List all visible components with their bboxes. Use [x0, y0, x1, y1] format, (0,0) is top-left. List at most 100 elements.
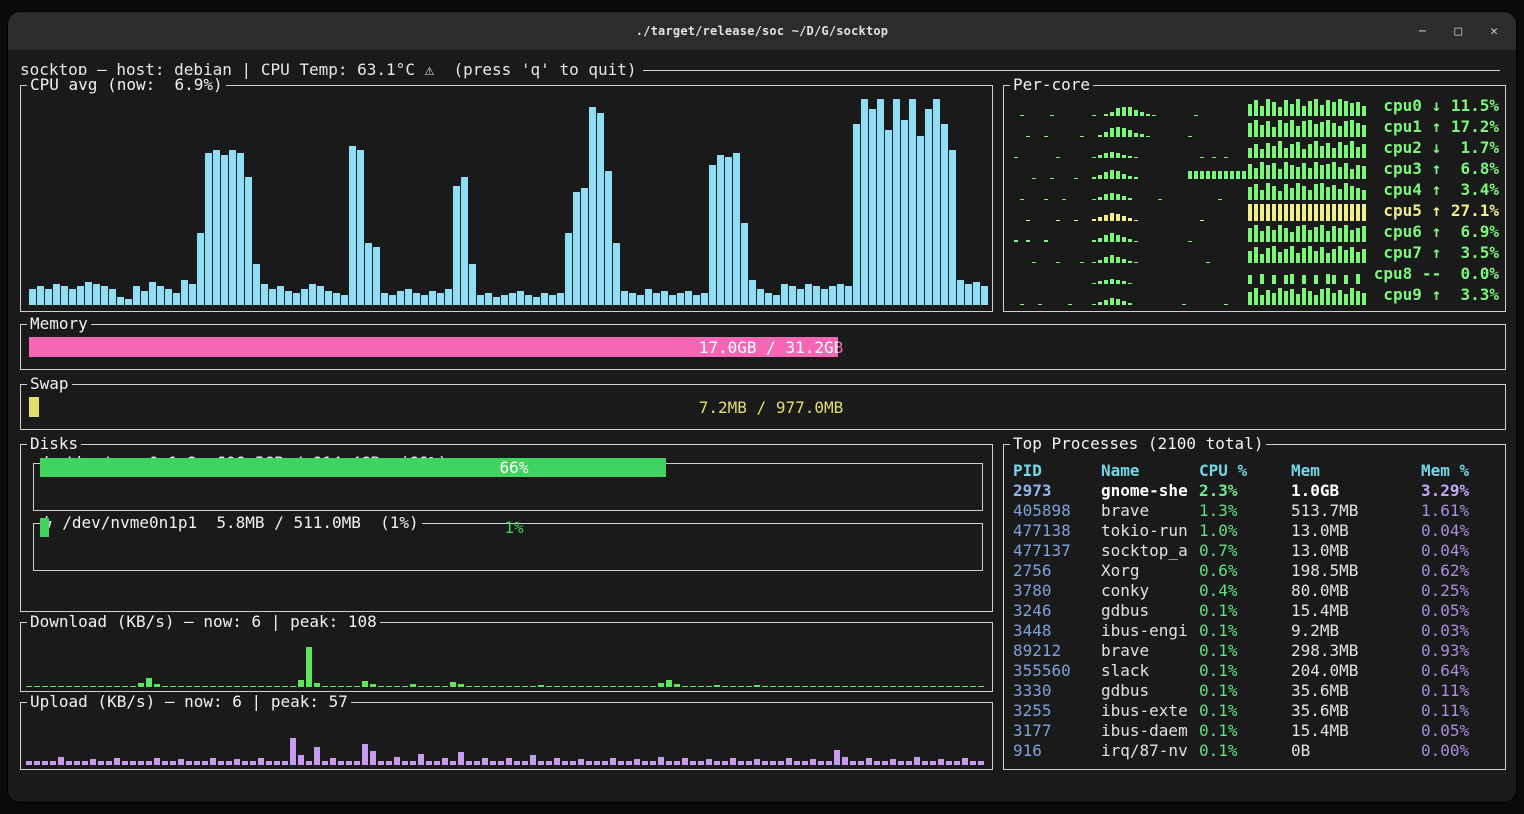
column-header-pid: PID: [1013, 461, 1101, 481]
cell-mem-pct: 0.11%: [1421, 701, 1501, 721]
cell-cpu-pct: 1.3%: [1199, 501, 1291, 521]
core-label-cpu6: cpu6 ↑ 6.9%: [1366, 222, 1501, 242]
cell-cpu-pct: 2.3%: [1199, 481, 1291, 501]
process-table: PIDNameCPU %MemMem %2973gnome-she2.3%1.0…: [1013, 461, 1501, 761]
upload-panel: Upload (KB/s) — now: 6 | peak: 57: [20, 702, 993, 770]
process-row-3255: 3255ibus-exte0.1%35.6MB0.11%: [1013, 701, 1501, 721]
cell-pid: 3330: [1013, 681, 1101, 701]
cell-pid: 3177: [1013, 721, 1101, 741]
column-header-mem-pct: Mem %: [1421, 461, 1501, 481]
disk-nvme0n1p1-gauge: 1%1%: [40, 518, 988, 537]
core-label-cpu3: cpu3 ↑ 6.8%: [1366, 159, 1501, 179]
download-chart: [26, 647, 984, 687]
cell-pid: 477138: [1013, 521, 1101, 541]
cell-mem: 15.4MB: [1291, 601, 1421, 621]
cell-name: brave: [1101, 501, 1199, 521]
core-label-cpu9: cpu9 ↑ 3.3%: [1366, 285, 1501, 305]
disk-nvme0n1p2-gauge-fill: 66%: [40, 458, 666, 477]
core-label-cpu7: cpu7 ↑ 3.5%: [1366, 243, 1501, 263]
process-row-355560: 355560slack0.1%204.0MB0.64%: [1013, 661, 1501, 681]
cell-name: ibus-exte: [1101, 701, 1199, 721]
cell-mem: 80.0MB: [1291, 581, 1421, 601]
cell-cpu-pct: 0.1%: [1199, 681, 1291, 701]
cell-name: gdbus: [1101, 681, 1199, 701]
core-sparkline-cpu1: [1008, 120, 1366, 137]
cell-pid: 405898: [1013, 501, 1101, 521]
cell-mem: 35.6MB: [1291, 681, 1421, 701]
core-label-cpu1: cpu1 ↑ 17.2%: [1366, 117, 1501, 137]
cell-cpu-pct: 0.7%: [1199, 541, 1291, 561]
process-table-header: PIDNameCPU %MemMem %: [1013, 461, 1501, 481]
cell-mem: 13.0MB: [1291, 521, 1421, 541]
upload-title: Upload (KB/s) — now: 6 | peak: 57: [27, 692, 351, 712]
cell-name: gnome-she: [1101, 481, 1199, 501]
cell-mem-pct: 1.61%: [1421, 501, 1501, 521]
column-header-cpu-pct: CPU %: [1199, 461, 1291, 481]
cell-name: brave: [1101, 641, 1199, 661]
core-sparkline-cpu9: [1008, 288, 1366, 305]
core-sparkline-cpu6: [1008, 225, 1366, 242]
minimize-icon[interactable]: −: [1419, 25, 1427, 38]
disk-nvme0n1p1-gauge-label-on-fill: 1%: [40, 518, 49, 537]
core-row-cpu8: cpu8 -- 0.0%: [1008, 263, 1501, 284]
process-row-3330: 3330gdbus0.1%35.6MB0.11%: [1013, 681, 1501, 701]
cell-name: gdbus: [1101, 601, 1199, 621]
cell-mem: 298.3MB: [1291, 641, 1421, 661]
window-titlebar[interactable]: ./target/release/soc ~/D/G/socktop − □ ✕: [8, 12, 1516, 50]
per-core-rows: cpu0 ↓ 11.5%cpu1 ↑ 17.2%cpu2 ↓ 1.7%cpu3 …: [1008, 95, 1501, 305]
cell-mem-pct: 0.25%: [1421, 581, 1501, 601]
disk-nvme0n1p1-gauge-fill: 1%: [40, 518, 49, 537]
disk-nvme0n1p2-gauge-label-on-fill: 66%: [40, 458, 666, 477]
disk-nvme0n1p1-panel: ϟ /dev/nvme0n1p1 5.8MB / 511.0MB (1%) 1%…: [33, 523, 983, 571]
cell-mem-pct: 0.03%: [1421, 621, 1501, 641]
cell-cpu-pct: 0.1%: [1199, 741, 1291, 761]
process-row-477138: 477138tokio-run1.0%13.0MB0.04%: [1013, 521, 1501, 541]
cell-cpu-pct: 0.1%: [1199, 641, 1291, 661]
cell-name: irq/87-nv: [1101, 741, 1199, 761]
cell-mem-pct: 0.62%: [1421, 561, 1501, 581]
per-core-title: Per-core: [1010, 75, 1093, 95]
top-processes-panel: Top Processes (2100 total) PIDNameCPU %M…: [1003, 444, 1506, 770]
core-label-cpu2: cpu2 ↓ 1.7%: [1366, 138, 1501, 158]
maximize-icon[interactable]: □: [1454, 25, 1462, 38]
cell-pid: 3255: [1013, 701, 1101, 721]
core-label-cpu4: cpu4 ↑ 3.4%: [1366, 180, 1501, 200]
cell-name: Xorg: [1101, 561, 1199, 581]
cell-mem: 513.7MB: [1291, 501, 1421, 521]
memory-gauge-label-on-fill: 17.0GB / 31.2GB: [29, 337, 838, 357]
cell-mem: 13.0MB: [1291, 541, 1421, 561]
process-row-916: 916irq/87-nv0.1%0B0.00%: [1013, 741, 1501, 761]
core-row-cpu0: cpu0 ↓ 11.5%: [1008, 95, 1501, 116]
per-core-panel: Per-core cpu0 ↓ 11.5%cpu1 ↑ 17.2%cpu2 ↓ …: [1003, 85, 1506, 312]
process-row-477137: 477137socktop_a0.7%13.0MB0.04%: [1013, 541, 1501, 561]
cell-mem-pct: 0.00%: [1421, 741, 1501, 761]
cell-mem: 0B: [1291, 741, 1421, 761]
cell-pid: 3780: [1013, 581, 1101, 601]
cell-pid: 916: [1013, 741, 1101, 761]
swap-panel: Swap 7.2MB / 977.0MB7.2MB / 977.0MB: [20, 384, 1506, 430]
core-row-cpu5: cpu5 ↑ 27.1%: [1008, 200, 1501, 221]
cell-cpu-pct: 0.1%: [1199, 601, 1291, 621]
core-row-cpu2: cpu2 ↓ 1.7%: [1008, 137, 1501, 158]
window-controls: − □ ✕: [1419, 12, 1498, 50]
core-sparkline-cpu2: [1008, 141, 1366, 158]
desktop-background: ./target/release/soc ~/D/G/socktop − □ ✕…: [0, 0, 1524, 814]
cell-pid: 2756: [1013, 561, 1101, 581]
upload-chart: [26, 725, 984, 765]
cell-mem-pct: 0.64%: [1421, 661, 1501, 681]
core-row-cpu4: cpu4 ↑ 3.4%: [1008, 179, 1501, 200]
disk-nvme0n1p2-gauge: 66%66%: [40, 458, 988, 477]
cell-mem: 198.5MB: [1291, 561, 1421, 581]
cell-mem-pct: 0.93%: [1421, 641, 1501, 661]
cell-cpu-pct: 0.4%: [1199, 581, 1291, 601]
swap-title: Swap: [27, 374, 72, 394]
cell-mem-pct: 0.05%: [1421, 601, 1501, 621]
column-header-mem: Mem: [1291, 461, 1421, 481]
process-row-2973: 2973gnome-she2.3%1.0GB3.29%: [1013, 481, 1501, 501]
core-row-cpu1: cpu1 ↑ 17.2%: [1008, 116, 1501, 137]
core-sparkline-cpu0: [1008, 99, 1366, 116]
cell-pid: 3246: [1013, 601, 1101, 621]
cell-mem: 15.4MB: [1291, 721, 1421, 741]
cell-mem-pct: 0.04%: [1421, 521, 1501, 541]
close-icon[interactable]: ✕: [1490, 25, 1498, 38]
